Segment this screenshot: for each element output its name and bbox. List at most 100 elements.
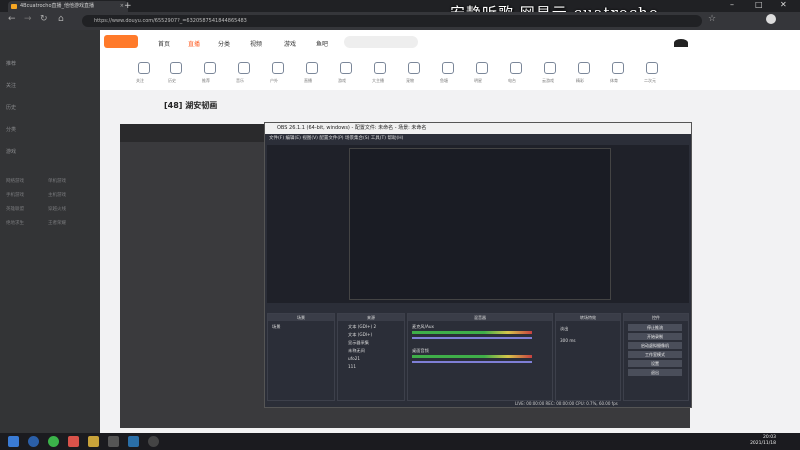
nav-category[interactable]: 分类 xyxy=(218,39,230,48)
reload-icon[interactable]: ↻ xyxy=(40,14,48,24)
settings-button[interactable]: 设置 xyxy=(628,360,682,367)
obs-mixer-panel: 混音器 麦克风/Aux 桌面音频 xyxy=(407,313,553,401)
user-avatar-icon[interactable] xyxy=(674,39,688,47)
app-icon[interactable] xyxy=(88,436,99,447)
source-item[interactable]: ufo21 xyxy=(348,356,360,361)
start-icon[interactable] xyxy=(8,436,19,447)
pet-icon[interactable] xyxy=(408,62,420,74)
follow-icon[interactable] xyxy=(138,62,150,74)
star-icon[interactable] xyxy=(476,62,488,74)
source-item[interactable]: 未称无间 xyxy=(348,348,365,354)
favicon-icon xyxy=(11,4,17,9)
close-window-icon[interactable]: ✕ xyxy=(780,0,787,9)
back-icon[interactable]: ← xyxy=(8,14,16,24)
game-icon[interactable] xyxy=(340,62,352,74)
source-item[interactable]: 文本 (GDI+) 2 xyxy=(348,324,376,330)
sources-header: 来源 xyxy=(338,314,404,321)
streamer-icon[interactable] xyxy=(374,62,386,74)
source-item[interactable]: 文本 (GDI+) xyxy=(348,332,372,338)
search-input[interactable] xyxy=(344,36,418,48)
volume-slider[interactable] xyxy=(412,361,532,363)
clock-date: 2021/11/18 xyxy=(750,441,776,446)
wechat-icon[interactable] xyxy=(48,436,59,447)
transition-select[interactable]: 淡出 xyxy=(560,326,568,332)
sidebar-item-recommend[interactable]: 推荐 xyxy=(6,60,16,67)
sidebar-grid-item[interactable]: 英雄联盟 xyxy=(6,206,24,212)
bookmark-star-icon[interactable]: ☆ xyxy=(708,14,716,24)
transition-header: 转场特效 xyxy=(556,314,620,321)
sidebar-item-games[interactable]: 游戏 xyxy=(6,148,16,155)
browser-tab-bar: 4Bcuatrocho直播_他他游戏直播 × + – □ ✕ xyxy=(0,0,800,12)
forward-icon[interactable]: → xyxy=(24,14,32,24)
stop-stream-button[interactable]: 停止推流 xyxy=(628,324,682,331)
nav-home[interactable]: 首页 xyxy=(158,39,170,48)
outdoor-icon[interactable] xyxy=(272,62,284,74)
exit-button[interactable]: 退出 xyxy=(628,369,682,376)
sidebar-item-history[interactable]: 历史 xyxy=(6,104,16,111)
mixer-meter xyxy=(412,355,532,358)
icon-label: 音乐 xyxy=(236,78,244,83)
obs-preview xyxy=(267,145,689,303)
sports-icon[interactable] xyxy=(612,62,624,74)
room-title: [48] 湖安韧画 xyxy=(164,101,218,110)
app-icon[interactable] xyxy=(68,436,79,447)
sidebar-grid-item[interactable]: 王者荣耀 xyxy=(48,220,66,226)
music-icon[interactable] xyxy=(238,62,250,74)
app-icon[interactable] xyxy=(108,436,119,447)
icon-label: 大主播 xyxy=(372,78,384,83)
category-icon-row: 关注 历史 推荐 音乐 户外 直播 游戏 大主播 宠物 鱼塘 明星 电台 云游戏… xyxy=(100,54,800,90)
obs-menu-bar[interactable]: 文件(F) 编辑(E) 视图(V) 配置文件(P) 场景集合(S) 工具(T) … xyxy=(265,134,691,143)
home-icon[interactable]: ⌂ xyxy=(58,14,64,24)
left-sidebar: 推荐 关注 历史 分类 游戏 网络游戏 单机游戏 手机游戏 主机游戏 英雄联盟 … xyxy=(0,30,100,433)
url-field[interactable]: https://www.douyu.com/6552907?_=63205875… xyxy=(82,15,702,27)
browser-tab[interactable]: 4Bcuatrocho直播_他他游戏直播 × xyxy=(8,1,128,12)
profile-avatar[interactable] xyxy=(766,14,776,24)
duration-field[interactable]: 300 ms xyxy=(560,338,576,343)
mixer-channel-label: 桌面音频 xyxy=(412,348,429,353)
history-icon[interactable] xyxy=(170,62,182,74)
sidebar-item-category[interactable]: 分类 xyxy=(6,126,16,133)
steam-icon[interactable] xyxy=(128,436,139,447)
sidebar-grid-item[interactable]: 手机游戏 xyxy=(6,192,24,198)
obs-preview-canvas xyxy=(349,148,611,300)
nav-fishbar[interactable]: 鱼吧 xyxy=(316,39,328,48)
volume-slider[interactable] xyxy=(412,337,532,339)
anime-icon[interactable] xyxy=(646,62,658,74)
recommend-icon[interactable] xyxy=(204,62,216,74)
sidebar-grid-item[interactable]: 网络游戏 xyxy=(6,178,24,184)
scene-item[interactable]: 场景 xyxy=(272,324,280,330)
icon-label: 精彩 xyxy=(576,78,584,83)
highlight-icon[interactable] xyxy=(578,62,590,74)
nav-video[interactable]: 视频 xyxy=(250,39,262,48)
sidebar-grid-item[interactable]: 穿越火线 xyxy=(48,206,66,212)
source-item[interactable]: 显示器采集 xyxy=(348,340,369,346)
new-tab-button[interactable]: + xyxy=(124,1,132,11)
start-recording-button[interactable]: 开始录制 xyxy=(628,333,682,340)
sidebar-grid-item[interactable]: 主机游戏 xyxy=(48,192,66,198)
clock[interactable]: 20:03 2021/11/18 xyxy=(750,435,776,447)
sidebar-item-follow[interactable]: 关注 xyxy=(6,82,16,89)
sidebar-grid-item[interactable]: 绝地求生 xyxy=(6,220,24,226)
live-icon[interactable] xyxy=(306,62,318,74)
site-logo[interactable] xyxy=(104,35,138,48)
icon-label: 体育 xyxy=(610,78,618,83)
minimize-icon[interactable]: – xyxy=(730,0,734,9)
icon-label: 电台 xyxy=(508,78,516,83)
mixer-channel-label: 麦克风/Aux xyxy=(412,324,434,329)
fishpond-icon[interactable] xyxy=(442,62,454,74)
edge-icon[interactable] xyxy=(28,436,39,447)
source-item[interactable]: 111 xyxy=(348,364,356,369)
cloud-game-icon[interactable] xyxy=(544,62,556,74)
maximize-icon[interactable]: □ xyxy=(755,0,763,9)
studio-mode-button[interactable]: 工作室模式 xyxy=(628,351,682,358)
sidebar-grid-item[interactable]: 单机游戏 xyxy=(48,178,66,184)
scenes-header: 场景 xyxy=(268,314,334,321)
obs-icon[interactable] xyxy=(148,436,159,447)
obs-status-bar: LIVE: 00:00:00 REC: 00:00:00 CPU: 0.7%, … xyxy=(515,401,618,406)
nav-games[interactable]: 游戏 xyxy=(284,39,296,48)
icon-label: 鱼塘 xyxy=(440,78,448,83)
nav-live[interactable]: 直播 xyxy=(188,39,200,48)
virtual-camera-button[interactable]: 启动虚拟摄像机 xyxy=(628,342,682,349)
windows-taskbar: 20:03 2021/11/18 xyxy=(0,433,800,450)
radio-icon[interactable] xyxy=(510,62,522,74)
